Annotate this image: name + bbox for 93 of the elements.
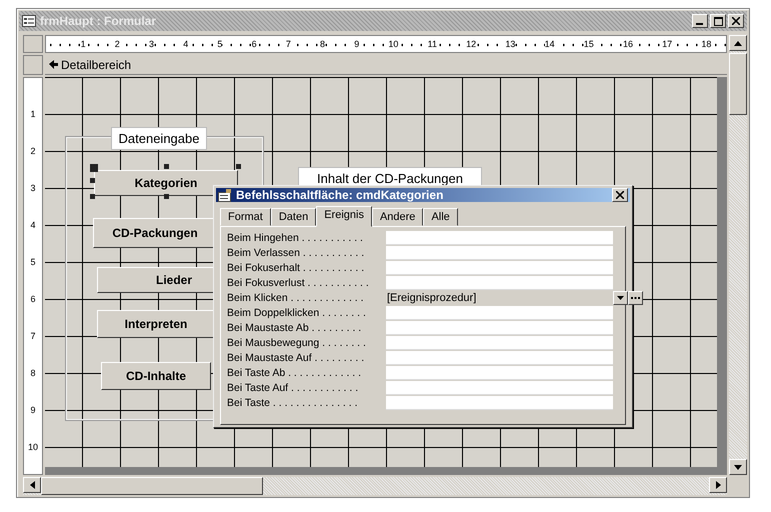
ruler-number: 17	[662, 40, 672, 48]
property-field[interactable]	[386, 366, 613, 380]
ruler-number: 7	[286, 40, 291, 48]
ruler-number: 8	[320, 40, 326, 48]
form-icon	[22, 15, 36, 27]
property-field[interactable]	[386, 350, 613, 364]
resize-handle[interactable]	[90, 194, 95, 199]
property-label: Beim Verlassen . . . . . . . . . . .	[227, 246, 366, 258]
ruler-number: 10	[388, 40, 398, 48]
property-field[interactable]	[386, 336, 613, 350]
form-command-button[interactable]: Interpreten	[97, 310, 215, 338]
ruler-number: 15	[584, 40, 594, 48]
property-label: Bei Taste Auf . . . . . . . . . . . .	[227, 382, 360, 394]
property-label: Bei Taste Ab . . . . . . . . . . . . .	[227, 366, 362, 378]
property-label: Bei Mausbewegung . . . . . . . .	[227, 336, 367, 348]
resize-handle[interactable]	[236, 164, 241, 169]
tab[interactable]: Format	[220, 208, 271, 226]
dialog-title: Befehlsschaltfläche: cmdKategorien	[236, 188, 444, 202]
resize-handle[interactable]	[164, 164, 169, 169]
property-field[interactable]	[386, 380, 613, 394]
form-selector[interactable]	[23, 35, 43, 53]
minimize-button[interactable]	[692, 14, 708, 28]
left-arrow-icon	[30, 481, 34, 489]
ruler-number: 13	[505, 40, 516, 48]
scroll-up-button[interactable]	[729, 35, 747, 51]
ruler-number: 11	[428, 40, 437, 48]
caret-icon	[617, 296, 624, 300]
property-field[interactable]	[386, 306, 613, 320]
ruler-number: 10	[28, 443, 38, 452]
ruler-number: 14	[544, 40, 555, 48]
close-icon	[616, 191, 624, 199]
property-label: Bei Maustaste Ab . . . . . . . . .	[227, 322, 362, 334]
scrollbar-thumb[interactable]	[729, 53, 747, 115]
ruler-number: 16	[622, 40, 633, 48]
ruler-number: 8	[30, 369, 36, 378]
dropdown-button[interactable]	[613, 290, 628, 304]
ruler-number: 3	[30, 184, 36, 193]
property-label: Beim Klicken . . . . . . . . . . . . .	[227, 292, 365, 304]
ruler-number: 4	[183, 40, 188, 48]
scrollbar-thumb[interactable]	[41, 477, 263, 495]
form-command-button[interactable]: CD-Inhalte	[101, 362, 211, 390]
ruler-number: 1	[80, 40, 86, 48]
property-field[interactable]	[386, 260, 613, 274]
scroll-right-button[interactable]	[709, 477, 727, 493]
section-label: Detailbereich	[61, 58, 132, 72]
up-arrow-icon	[734, 40, 742, 46]
tab[interactable]: Daten	[270, 208, 316, 226]
close-button[interactable]	[612, 188, 628, 202]
ellipsis-icon	[631, 296, 640, 299]
ruler-number: 2	[114, 40, 120, 48]
ruler-number: 4	[30, 221, 36, 230]
property-field[interactable]	[386, 396, 613, 410]
move-handle[interactable]	[90, 164, 98, 172]
ruler-number: 3	[149, 40, 154, 48]
down-arrow-icon	[734, 464, 742, 470]
ruler-number: 18	[701, 40, 712, 48]
property-field[interactable]	[386, 230, 613, 244]
property-field[interactable]	[386, 276, 613, 290]
resize-handle[interactable]	[164, 194, 169, 199]
property-field[interactable]	[386, 320, 613, 334]
window-title: frmHaupt : Formular	[40, 14, 158, 28]
form-command-button[interactable]: Kategorien	[94, 170, 238, 196]
property-label: Beim Hingehen . . . . . . . . . . .	[227, 232, 364, 244]
property-label: Beim Doppelklicken . . . . . . . .	[227, 306, 367, 318]
ruler-number: 6	[252, 40, 257, 48]
ruler-number: 2	[30, 147, 36, 156]
tab[interactable]: Andere	[372, 208, 424, 226]
property-sheet-icon	[218, 188, 232, 202]
resize-handle[interactable]	[90, 178, 95, 183]
section-selector[interactable]	[23, 55, 43, 75]
scroll-down-button[interactable]	[729, 459, 747, 475]
build-button[interactable]	[628, 290, 643, 304]
ruler-number: 9	[354, 40, 360, 48]
ruler-number: 9	[30, 406, 36, 415]
tab[interactable]: Ereignis	[316, 206, 372, 227]
maximize-button[interactable]	[710, 14, 726, 28]
close-button[interactable]	[728, 14, 744, 28]
form-label[interactable]: Dateneingabe	[111, 127, 207, 150]
ruler-number: 12	[466, 40, 476, 48]
ruler-number: 5	[30, 258, 36, 267]
scroll-left-button[interactable]	[23, 477, 41, 493]
ruler-number: 1	[30, 110, 36, 119]
ruler-number: 7	[30, 332, 36, 341]
ruler-number: 6	[30, 295, 36, 304]
close-icon	[732, 17, 740, 25]
right-arrow-icon	[716, 481, 720, 489]
property-field[interactable]	[386, 246, 613, 260]
property-label: Bei Maustaste Auf . . . . . . . . .	[227, 352, 366, 364]
section-arrow-icon	[49, 60, 58, 69]
property-label: Bei Taste . . . . . . . . . . . . . . .	[227, 396, 359, 408]
maximize-icon	[714, 16, 722, 26]
tab[interactable]: Alle	[423, 208, 458, 226]
ruler-number: 5	[217, 40, 222, 48]
